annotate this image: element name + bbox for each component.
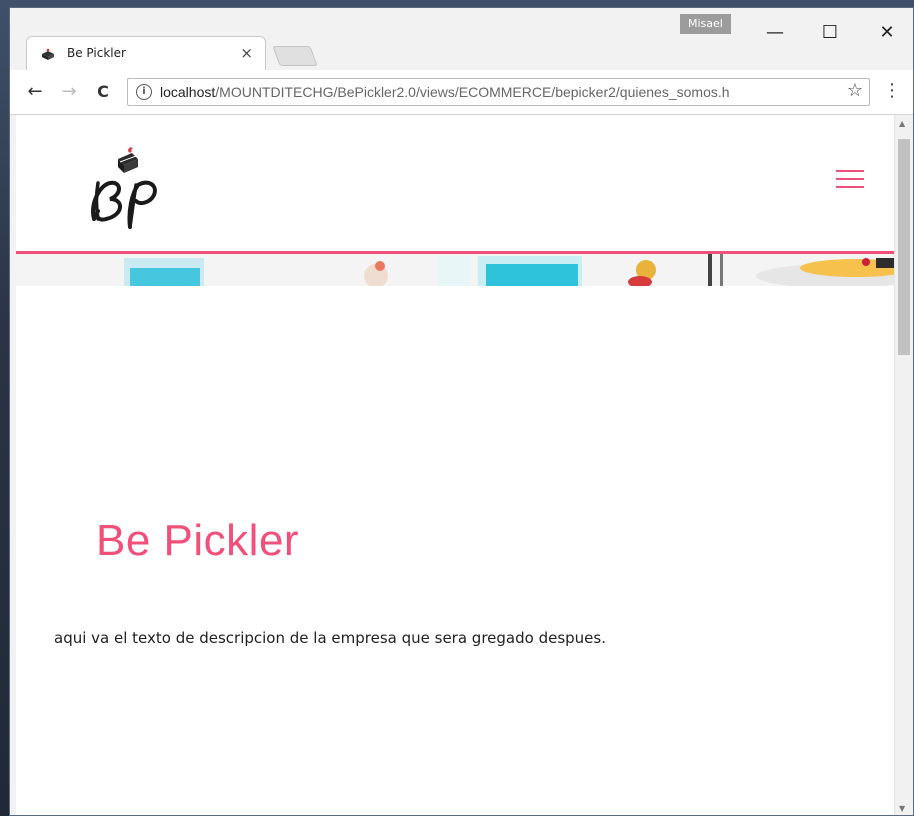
close-window-button[interactable]: ✕ [867,18,907,46]
url-text[interactable]: localhost/MOUNTDITECHG/BePickler2.0/view… [160,84,730,100]
tab-close-icon[interactable]: × [240,44,253,62]
company-description: aqui va el texto de descripcion de la em… [54,629,606,647]
bp-logo[interactable] [80,145,170,235]
reload-icon[interactable]: C [92,80,114,102]
back-icon[interactable]: ← [24,80,46,102]
scroll-down-icon[interactable]: ▼ [899,804,905,813]
desserts-banner-image [16,254,894,286]
bookmark-star-icon[interactable]: ☆ [847,80,863,101]
page-content: Be Pickler aqui va el texto de descripci… [16,286,894,815]
browser-toolbar: ← → C i localhost/MOUNTDITECHG/BePickler… [10,70,913,115]
minimize-button[interactable]: — [755,18,795,46]
url-path: /MOUNTDITECHG/BePickler2.0/views/ECOMMER… [215,84,730,100]
scroll-thumb[interactable] [898,139,910,355]
page-title: Be Pickler [96,516,300,565]
site-header [16,115,894,251]
info-icon[interactable]: i [136,84,152,100]
forward-icon[interactable]: → [58,80,80,102]
cake-icon [42,48,54,60]
address-bar[interactable]: i localhost/MOUNTDITECHG/BePickler2.0/vi… [127,78,870,106]
tab-be-pickler[interactable]: Be Pickler × [26,36,266,70]
scroll-up-icon[interactable]: ▲ [899,119,905,128]
title-bar: Misael — ☐ ✕ Be Pickler × [10,8,913,70]
hamburger-menu-icon[interactable] [836,170,864,190]
maximize-button[interactable]: ☐ [810,18,850,46]
new-tab-button[interactable] [272,46,318,66]
url-host: localhost [160,84,216,100]
profile-badge[interactable]: Misael [680,14,731,34]
browser-menu-icon[interactable]: ⋮ [883,80,901,101]
tab-title: Be Pickler [67,46,126,60]
page-viewport: Be Pickler aqui va el texto de descripci… [16,115,894,815]
vertical-scrollbar[interactable]: ▲ ▼ [894,115,913,815]
browser-window: Misael — ☐ ✕ Be Pickler × ← → C i localh… [9,7,914,816]
